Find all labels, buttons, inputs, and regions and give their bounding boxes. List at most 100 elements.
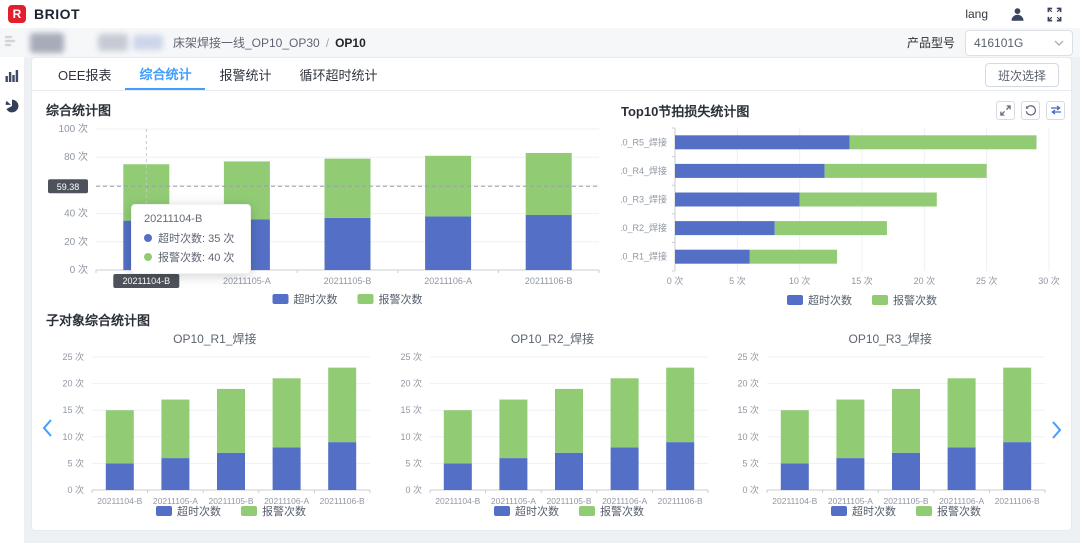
bar-segment[interactable] [106, 463, 134, 490]
bar-segment[interactable] [1003, 368, 1031, 442]
legend-item[interactable]: 超时次数 [273, 292, 338, 306]
svg-text:20 次: 20 次 [400, 378, 422, 389]
bar-segment[interactable] [325, 159, 371, 218]
bar-segment[interactable] [675, 164, 825, 178]
svg-text:20211105-B: 20211105-B [884, 496, 929, 506]
collapse-menu-icon[interactable] [4, 34, 18, 52]
bar-segment[interactable] [666, 368, 694, 442]
bar-segment[interactable] [610, 378, 638, 447]
tab-cycle-timeout-stats[interactable]: 循环超时统计 [286, 58, 392, 90]
bar-segment[interactable] [948, 447, 976, 490]
bar-segment[interactable] [555, 389, 583, 453]
bar-segment[interactable] [106, 410, 134, 463]
bar-segment[interactable] [499, 400, 527, 459]
chevron-right-icon[interactable] [1051, 420, 1063, 445]
bar-segment[interactable] [217, 389, 245, 453]
child-chart-r2[interactable]: 0 次5 次10 次15 次20 次25 次20211104-B20211105… [388, 347, 718, 528]
expand-icon[interactable] [996, 101, 1015, 120]
bar-segment[interactable] [272, 378, 300, 447]
child-chart-r3[interactable]: 0 次5 次10 次15 次20 次25 次20211104-B20211105… [725, 347, 1055, 528]
restore-icon[interactable] [1021, 101, 1040, 120]
svg-text:15 次: 15 次 [400, 404, 422, 415]
bar-segment[interactable] [892, 389, 920, 453]
language-switch[interactable]: lang [965, 7, 988, 21]
bar-segment[interactable] [837, 458, 865, 490]
bar-segment[interactable] [825, 164, 987, 178]
user-icon[interactable] [1010, 7, 1025, 22]
bar-chart-icon[interactable] [5, 69, 19, 87]
bar-segment[interactable] [328, 442, 356, 490]
bar-segment[interactable] [675, 250, 750, 264]
bar-segment[interactable] [161, 458, 189, 490]
svg-text:25 次: 25 次 [738, 351, 760, 362]
bar-segment[interactable] [892, 453, 920, 490]
bar-segment[interactable] [781, 410, 809, 463]
tab-comprehensive-stats[interactable]: 综合统计 [125, 58, 205, 90]
shift-select-button[interactable]: 班次选择 [985, 63, 1059, 87]
bar-segment[interactable] [224, 161, 270, 219]
legend-item[interactable]: 报警次数 [241, 504, 306, 518]
bar-segment[interactable] [675, 135, 850, 149]
app-root: R BRIOT lang 床架焊接一线_OP10_OP30/OP10 [0, 0, 1080, 543]
legend-item[interactable]: 报警次数 [579, 504, 644, 518]
bar-segment[interactable] [775, 221, 887, 235]
bar-segment[interactable] [800, 193, 937, 207]
svg-text:40 次: 40 次 [64, 207, 88, 220]
main-stats-chart[interactable]: 0 次20 次40 次60 次80 次100 次20211104-B202111… [46, 119, 616, 316]
breadcrumb-separator: / [326, 36, 329, 50]
sub1-canvas[interactable]: 0 次5 次10 次15 次20 次25 次20211104-B20211105… [50, 347, 380, 523]
bar-segment[interactable] [948, 378, 976, 447]
svg-text:20211104-B: 20211104-B [772, 496, 817, 506]
bar-segment[interactable] [217, 453, 245, 490]
legend-item[interactable]: 超时次数 [831, 504, 896, 518]
bar-segment[interactable] [499, 458, 527, 490]
legend-item[interactable]: 报警次数 [358, 292, 423, 306]
bar-segment[interactable] [675, 221, 775, 235]
pie-chart-icon[interactable] [5, 99, 19, 118]
bar-segment[interactable] [425, 216, 471, 270]
sub2-canvas[interactable]: 0 次5 次10 次15 次20 次25 次20211104-B20211105… [388, 347, 718, 523]
redacted-blob [133, 35, 163, 50]
svg-text:20211106-A: 20211106-A [939, 496, 984, 506]
bar-segment[interactable] [666, 442, 694, 490]
bar-segment[interactable] [443, 463, 471, 490]
legend-item[interactable]: 超时次数 [787, 293, 852, 307]
top10-canvas[interactable]: 0 次5 次10 次15 次20 次25 次30 次OP10_R5_焊接OP10… [621, 120, 1061, 312]
svg-text:报警次数: 报警次数 [379, 292, 423, 306]
bar-segment[interactable] [272, 447, 300, 490]
fullscreen-icon[interactable] [1047, 7, 1062, 22]
bar-segment[interactable] [1003, 442, 1031, 490]
svg-text:80 次: 80 次 [64, 150, 88, 163]
main-canvas[interactable]: 0 次20 次40 次60 次80 次100 次20211104-B202111… [46, 119, 611, 311]
svg-text:20211104-B: 20211104-B [122, 276, 170, 286]
bar-segment[interactable] [328, 368, 356, 442]
bar-segment[interactable] [610, 447, 638, 490]
chevron-left-icon[interactable] [41, 418, 53, 443]
svg-text:20 次: 20 次 [62, 378, 84, 389]
bar-segment[interactable] [850, 135, 1037, 149]
legend-item[interactable]: 超时次数 [494, 504, 559, 518]
bar-segment[interactable] [837, 400, 865, 459]
tab-oee-report[interactable]: OEE报表 [44, 58, 125, 90]
breadcrumb-path[interactable]: 床架焊接一线_OP10_OP30 [173, 36, 320, 50]
top10-loss-chart[interactable]: 0 次5 次10 次15 次20 次25 次30 次OP10_R5_焊接OP10… [621, 120, 1065, 317]
bar-segment[interactable] [443, 410, 471, 463]
product-model-select[interactable]: 416101G [965, 30, 1073, 56]
legend-item[interactable]: 超时次数 [156, 504, 221, 518]
legend-item[interactable]: 报警次数 [916, 504, 981, 518]
bar-segment[interactable] [526, 215, 572, 270]
bar-segment[interactable] [224, 219, 270, 270]
svg-text:10 次: 10 次 [400, 431, 422, 442]
bar-segment[interactable] [325, 218, 371, 270]
tab-alarm-stats[interactable]: 报警统计 [205, 58, 285, 90]
swap-icon[interactable] [1046, 101, 1065, 120]
legend-item[interactable]: 报警次数 [872, 293, 937, 307]
bar-segment[interactable] [526, 153, 572, 215]
child-chart-r1[interactable]: 0 次5 次10 次15 次20 次25 次20211104-B20211105… [50, 347, 380, 528]
bar-segment[interactable] [675, 193, 800, 207]
bar-segment[interactable] [750, 250, 837, 264]
bar-segment[interactable] [161, 400, 189, 459]
bar-segment[interactable] [781, 463, 809, 490]
bar-segment[interactable] [555, 453, 583, 490]
sub3-canvas[interactable]: 0 次5 次10 次15 次20 次25 次20211104-B20211105… [725, 347, 1055, 523]
